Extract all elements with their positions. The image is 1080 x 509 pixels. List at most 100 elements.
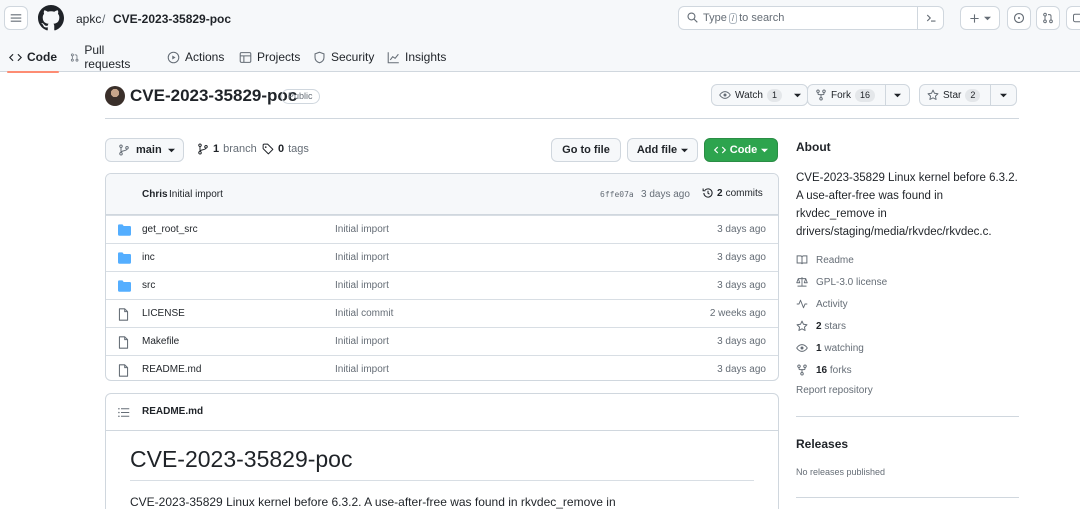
file-row[interactable]: LICENSE Initial commit 2 weeks ago [106,299,778,327]
repo-title[interactable]: CVE-2023-35829-poc [130,86,297,106]
commit-sha[interactable]: 6ffe07a [600,190,634,199]
git-branch-icon [119,144,129,156]
breadcrumb-owner[interactable]: apkc [76,12,101,26]
list-unordered-icon[interactable] [118,407,130,418]
search-input[interactable]: Type / to search [678,6,944,30]
forks-count: 16 [816,364,828,376]
readme-heading-rule [130,480,754,481]
readme-title[interactable]: README.md [142,406,203,417]
watching-link[interactable]: 1 watching [796,342,864,354]
add-file-button[interactable]: Add file [627,138,698,162]
tab-pull-requests[interactable]: Pull requests [70,42,134,72]
file-age: 3 days ago [717,252,766,263]
law-icon [796,277,808,287]
about-heading: About [796,140,831,154]
code-button-label: Code [729,144,758,156]
readme-link[interactable]: Readme [796,254,854,266]
commits-count: 2 [717,187,723,199]
star-label: Star [943,89,962,101]
branches-count: 1 [213,143,220,155]
file-name[interactable]: get_root_src [142,224,198,235]
file-row[interactable]: get_root_src Initial import 3 days ago [106,215,778,243]
file-commit-message[interactable]: Initial commit [335,308,393,319]
commit-author[interactable]: Chris [142,189,168,200]
star-icon [796,320,808,331]
tab-security[interactable]: Security [313,42,374,72]
branches-link[interactable]: 1 branch [197,143,257,155]
commit-message[interactable]: Initial import [169,189,223,200]
tab-code-label: Code [27,50,57,64]
commit-time: 3 days ago [641,189,690,200]
file-commit-message[interactable]: Initial import [335,364,389,375]
folder-icon [118,252,131,264]
file-name[interactable]: src [142,280,155,291]
owner-avatar[interactable] [105,86,125,106]
watch-dropdown[interactable] [789,85,807,105]
global-header: apkc / CVE-2023-35829-poc Type / to search… [0,0,1080,73]
history-icon [702,188,713,198]
issues-button[interactable] [1007,6,1031,30]
tab-projects[interactable]: Projects [239,42,300,72]
file-row[interactable]: src Initial import 3 days ago [106,271,778,299]
go-to-file-button[interactable]: Go to file [551,138,621,162]
folder-icon [118,280,131,292]
github-logo-icon[interactable] [38,5,64,31]
go-to-file-label: Go to file [562,144,610,156]
releases-heading[interactable]: Releases [796,437,848,451]
activity-link[interactable]: Activity [796,298,848,310]
star-icon [927,89,939,100]
file-name[interactable]: LICENSE [142,308,185,319]
tab-projects-label: Projects [257,50,301,64]
tab-insights[interactable]: Insights [387,42,446,72]
breadcrumb-repo[interactable]: CVE-2023-35829-poc [113,12,231,26]
caret-down-icon [167,148,175,152]
watch-button[interactable]: Watch 1 [711,84,808,106]
readme-paragraph: CVE-2023-35829 Linux kernel before 6.3.2… [130,495,616,509]
tab-code[interactable]: Code [7,42,59,73]
file-age: 3 days ago [717,280,766,291]
git-pull-request-icon [1043,12,1053,24]
file-row[interactable]: README.md Initial import 3 days ago [106,355,778,380]
report-repository-link[interactable]: Report repository [796,385,873,396]
stars-link[interactable]: 2 stars [796,320,846,332]
file-age: 3 days ago [717,364,766,375]
commits-label: commits [725,187,763,199]
file-commit-message[interactable]: Initial import [335,224,389,235]
tags-label: tags [288,143,309,155]
fork-dropdown[interactable] [885,85,909,105]
tags-link[interactable]: 0 tags [262,143,309,155]
tab-actions-label: Actions [185,50,225,64]
file-commit-message[interactable]: Initial import [335,336,389,347]
command-palette-button[interactable] [917,6,943,30]
caret-down-icon [761,148,769,152]
no-releases-text: No releases published [796,467,886,477]
fork-button[interactable]: Fork 16 [807,84,911,106]
commits-history-link[interactable]: 2 commits [702,187,763,199]
latest-commit-bar: Chris Initial import 6ffe07a 3 days ago … [106,174,778,215]
file-commit-message[interactable]: Initial import [335,280,389,291]
tab-actions[interactable]: Actions [167,42,224,72]
file-commit-message[interactable]: Initial import [335,252,389,263]
file-name[interactable]: inc [142,252,155,263]
file-browser: Chris Initial import 6ffe07a 3 days ago … [105,173,779,381]
issue-opened-icon [1013,12,1025,24]
inbox-button[interactable] [1066,6,1080,30]
create-new-button[interactable] [960,6,1000,30]
file-row[interactable]: Makefile Initial import 3 days ago [106,327,778,355]
star-button[interactable]: Star 2 [919,84,1018,106]
file-age: 2 weeks ago [709,308,766,319]
forks-link[interactable]: 16 forks [796,364,852,376]
file-row[interactable]: inc Initial import 3 days ago [106,243,778,271]
repo-header-divider [105,118,1019,119]
license-link[interactable]: GPL-3.0 license [796,276,887,288]
star-dropdown[interactable] [990,85,1016,105]
about-description: CVE-2023-35829 Linux kernel before 6.3.2… [796,172,1018,238]
eye-icon [796,344,808,352]
star-count: 2 [965,88,981,102]
pull-requests-button[interactable] [1036,6,1060,30]
file-name[interactable]: Makefile [142,336,179,347]
branch-selector[interactable]: main [105,138,184,162]
file-name[interactable]: README.md [142,364,201,375]
code-button[interactable]: Code [704,138,778,162]
menu-button[interactable] [4,6,28,30]
